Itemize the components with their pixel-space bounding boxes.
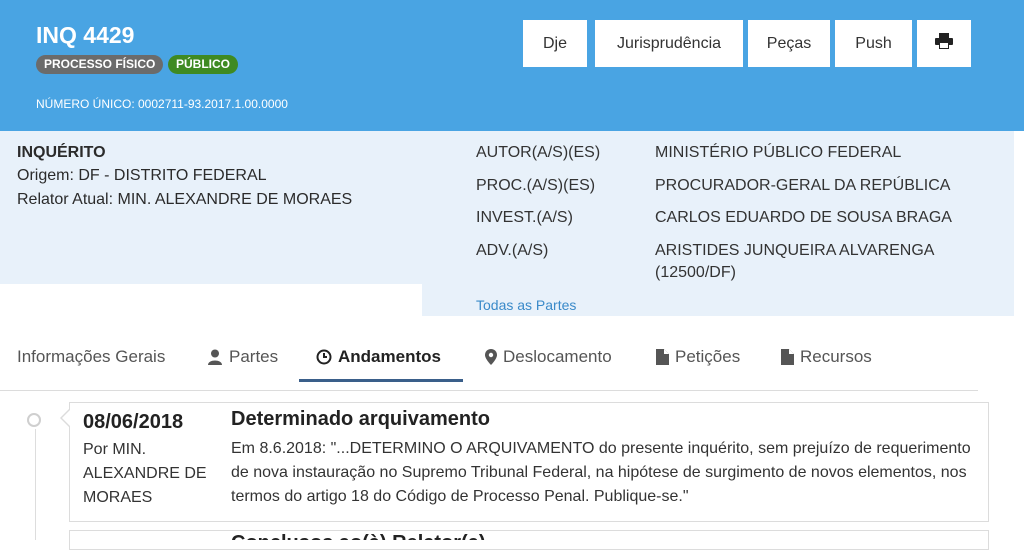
party-value-invest: CARLOS EDUARDO DE SOUSA BRAGA	[655, 209, 952, 226]
party-label-proc: PROC.(A/S)(ES)	[476, 177, 596, 194]
andamento-card	[69, 530, 989, 550]
file-icon	[656, 349, 669, 365]
party-value-autor: MINISTÉRIO PÚBLICO FEDERAL	[655, 144, 902, 161]
andamento-text: Em 8.6.2018: "...DETERMINO O ARQUIVAMENT…	[231, 440, 971, 505]
process-class: INQUÉRITO	[17, 144, 106, 161]
badge-publico: PÚBLICO	[168, 55, 238, 74]
file-icon	[781, 349, 794, 365]
tabs-divider	[0, 390, 978, 391]
jurisprudencia-button[interactable]: Jurisprudência	[595, 20, 743, 67]
tab-informacoes-gerais[interactable]: Informações Gerais	[17, 347, 165, 367]
andamento-date: 08/06/2018	[83, 411, 184, 433]
tab-partes[interactable]: Partes	[207, 347, 278, 367]
tab-label: Recursos	[800, 347, 872, 366]
person-icon	[207, 349, 223, 365]
party-label-adv: ADV.(A/S)	[476, 242, 549, 259]
party-value-proc: PROCURADOR-GERAL DA REPÚBLICA	[655, 177, 951, 194]
print-icon	[935, 33, 953, 49]
active-tab-indicator	[299, 379, 463, 382]
party-value-adv: ARISTIDES JUNQUEIRA ALVARENGA (12500/DF)	[655, 242, 934, 281]
numero-unico: NÚMERO ÚNICO: 0002711-93.2017.1.00.0000	[36, 97, 288, 111]
party-label-invest: INVEST.(A/S)	[476, 209, 573, 226]
tab-label: Informações Gerais	[17, 347, 166, 366]
tab-andamentos[interactable]: Andamentos	[316, 347, 441, 367]
andamento-author: Por MIN. ALEXANDRE DE MORAES	[83, 441, 207, 506]
push-button[interactable]: Push	[835, 20, 912, 67]
tab-peticoes[interactable]: Petições	[656, 347, 740, 367]
tab-label: Deslocamento	[503, 347, 612, 366]
tab-label: Petições	[675, 347, 741, 366]
process-header: INQ 4429 PROCESSO FÍSICO PÚBLICO NÚMERO …	[0, 0, 1024, 131]
party-label-autor: AUTOR(A/S)(ES)	[476, 144, 601, 161]
andamento-title: Conclusos ao(à) Relator(a)	[231, 532, 485, 540]
map-marker-icon	[485, 349, 497, 365]
timeline-line	[35, 429, 36, 540]
tab-deslocamento[interactable]: Deslocamento	[485, 347, 612, 367]
tab-label: Partes	[229, 347, 279, 366]
tab-label: Andamentos	[338, 347, 441, 366]
badge-processo-fisico: PROCESSO FÍSICO	[36, 55, 164, 74]
todas-as-partes-link[interactable]: Todas as Partes	[476, 297, 576, 313]
print-button[interactable]	[917, 20, 971, 67]
dje-button[interactable]: Dje	[523, 20, 587, 67]
process-relator: Relator Atual: MIN. ALEXANDRE DE MORAES	[17, 191, 353, 208]
case-title: INQ 4429	[36, 22, 135, 48]
pecas-button[interactable]: Peças	[748, 20, 830, 67]
andamento-title: Determinado arquivamento	[231, 408, 490, 430]
tab-recursos[interactable]: Recursos	[781, 347, 872, 367]
process-origem: Origem: DF - DISTRITO FEDERAL	[17, 167, 267, 184]
timeline-dot	[27, 413, 41, 427]
clock-icon	[316, 349, 332, 365]
